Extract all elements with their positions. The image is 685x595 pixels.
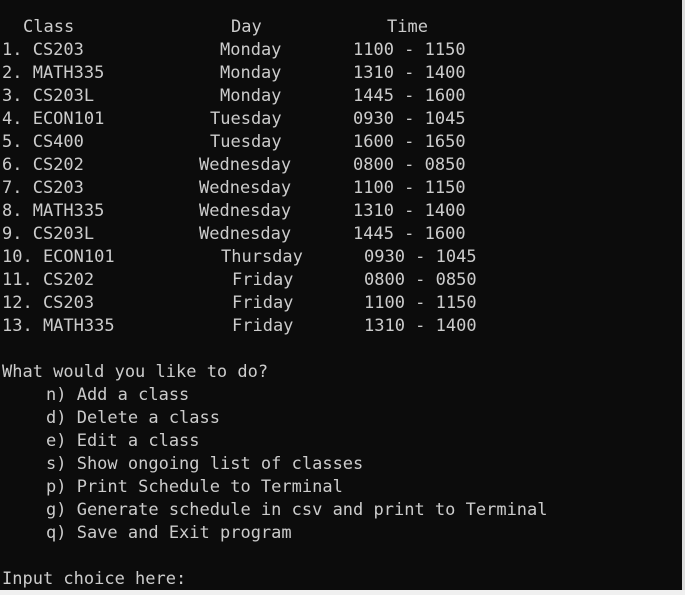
terminal-window[interactable]: Class Day Time 1. CS203 Monday 1100 - 11…	[0, 0, 682, 590]
menu-option: n) Add a class	[0, 384, 189, 407]
row-day: Wednesday	[199, 178, 292, 198]
row-time: 1445 - 1600	[353, 86, 466, 106]
row-day: Monday	[220, 40, 282, 60]
menu-option: d) Delete a class	[0, 407, 220, 430]
menu-option: e) Edit a class	[0, 430, 200, 453]
row-class: 1. CS203	[2, 40, 84, 60]
row-class: 6. CS202	[2, 155, 84, 175]
row-day: Tuesday	[210, 109, 282, 129]
input-prompt: Input choice here:	[2, 569, 187, 589]
row-time: 0800 - 0850	[353, 155, 466, 175]
row-time: 1310 - 1400	[364, 316, 477, 336]
row-day: Wednesday	[199, 201, 292, 221]
row-day: Wednesday	[199, 224, 292, 244]
row-time: 0800 - 0850	[364, 270, 477, 290]
table-row: 7. CS203 Wednesday 1100 - 1150	[0, 177, 466, 200]
row-time: 1100 - 1150	[353, 178, 466, 198]
row-class: 5. CS400	[2, 132, 84, 152]
menu-option: s) Show ongoing list of classes	[0, 453, 363, 476]
table-row: 1. CS203 Monday 1100 - 1150	[0, 39, 466, 62]
table-row: 11. CS202 Friday 0800 - 0850	[0, 269, 477, 292]
row-day: Tuesday	[210, 132, 282, 152]
row-day: Monday	[220, 86, 282, 106]
menu-option-delete: d) Delete a class	[46, 408, 220, 428]
row-class: 9. CS203L	[2, 224, 95, 244]
menu-option-save-exit: q) Save and Exit program	[46, 523, 292, 543]
table-row: 5. CS400 Tuesday 1600 - 1650	[0, 131, 466, 154]
row-time: 1445 - 1600	[353, 224, 466, 244]
row-class: 13. MATH335	[2, 316, 115, 336]
menu-option: p) Print Schedule to Terminal	[0, 476, 343, 499]
row-class: 4. ECON101	[2, 109, 105, 129]
row-day: Monday	[220, 63, 282, 83]
table-row: 2. MATH335 Monday 1310 - 1400	[0, 62, 466, 85]
row-day: Wednesday	[199, 155, 292, 175]
input-line[interactable]: Input choice here:	[0, 568, 186, 590]
row-time: 0930 - 1045	[353, 109, 466, 129]
row-time: 1310 - 1400	[353, 201, 466, 221]
row-day: Friday	[232, 293, 294, 313]
row-class: 3. CS203L	[2, 86, 95, 106]
table-header: Class Day Time	[0, 16, 428, 39]
row-day: Thursday	[221, 247, 303, 267]
row-time: 1100 - 1150	[364, 293, 477, 313]
menu-prompt: What would you like to do?	[0, 361, 268, 384]
row-class: 2. MATH335	[2, 63, 105, 83]
row-class: 10. ECON101	[2, 247, 115, 267]
header-class: Class	[23, 17, 75, 37]
menu-prompt-text: What would you like to do?	[2, 362, 269, 382]
row-day: Friday	[232, 270, 294, 290]
row-day: Friday	[232, 316, 294, 336]
row-class: 7. CS203	[2, 178, 84, 198]
row-class: 8. MATH335	[2, 201, 105, 221]
row-time: 1100 - 1150	[353, 40, 466, 60]
header-day: Day	[231, 17, 262, 37]
row-class: 11. CS202	[2, 270, 95, 290]
row-time: 1310 - 1400	[353, 63, 466, 83]
table-row: 13. MATH335 Friday 1310 - 1400	[0, 315, 477, 338]
menu-option: q) Save and Exit program	[0, 522, 292, 545]
menu-option-edit: e) Edit a class	[46, 431, 200, 451]
table-row: 8. MATH335 Wednesday 1310 - 1400	[0, 200, 466, 223]
row-class: 12. CS203	[2, 293, 95, 313]
menu-option: g) Generate schedule in csv and print to…	[0, 499, 548, 522]
menu-option-add: n) Add a class	[46, 385, 190, 405]
menu-option-show: s) Show ongoing list of classes	[46, 454, 364, 474]
row-time: 1600 - 1650	[353, 132, 466, 152]
table-row: 10. ECON101 Thursday 0930 - 1045	[0, 246, 477, 269]
table-row: 12. CS203 Friday 1100 - 1150	[0, 292, 477, 315]
header-time: Time	[387, 17, 428, 37]
table-row: 9. CS203L Wednesday 1445 - 1600	[0, 223, 466, 246]
row-time: 0930 - 1045	[364, 247, 477, 267]
table-row: 6. CS202 Wednesday 0800 - 0850	[0, 154, 466, 177]
menu-option-generate: g) Generate schedule in csv and print to…	[46, 500, 548, 520]
table-row: 4. ECON101 Tuesday 0930 - 1045	[0, 108, 466, 131]
menu-option-print: p) Print Schedule to Terminal	[46, 477, 343, 497]
taskbar-edge	[0, 590, 685, 595]
table-row: 3. CS203L Monday 1445 - 1600	[0, 85, 466, 108]
